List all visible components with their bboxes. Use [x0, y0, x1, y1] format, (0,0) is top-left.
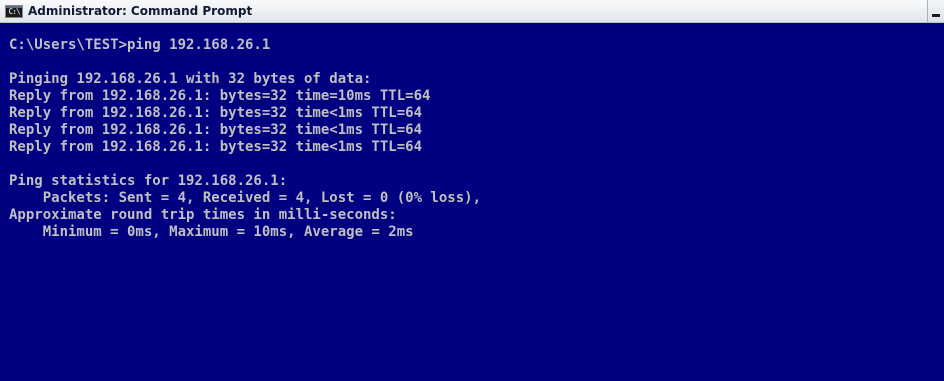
title-bar[interactable]: C:\ Administrator: Command Prompt — [0, 0, 944, 23]
reply-line: Reply from 192.168.26.1: bytes=32 time<1… — [9, 139, 423, 155]
command-prompt-window: C:\ Administrator: Command Prompt C:\Use… — [0, 0, 944, 381]
rtt-header: Approximate round trip times in milli-se… — [9, 207, 397, 223]
pinging-line: Pinging 192.168.26.1 with 32 bytes of da… — [9, 71, 372, 87]
reply-line: Reply from 192.168.26.1: bytes=32 time<1… — [9, 105, 423, 121]
packets-line: Packets: Sent = 4, Received = 4, Lost = … — [9, 190, 482, 206]
window-title: Administrator: Command Prompt — [28, 4, 253, 18]
reply-line: Reply from 192.168.26.1: bytes=32 time<1… — [9, 122, 423, 138]
stats-header: Ping statistics for 192.168.26.1: — [9, 173, 288, 189]
command-line: C:\Users\TEST>ping 192.168.26.1 — [9, 37, 271, 53]
reply-line: Reply from 192.168.26.1: bytes=32 time=1… — [9, 88, 431, 104]
console-icon[interactable]: C:\ — [5, 5, 23, 18]
rtt-line: Minimum = 0ms, Maximum = 10ms, Average =… — [9, 224, 414, 240]
console-output[interactable]: C:\Users\TEST>ping 192.168.26.1 Pinging … — [0, 23, 944, 381]
minimize-button[interactable] — [927, 0, 944, 22]
minimize-icon — [932, 14, 940, 17]
